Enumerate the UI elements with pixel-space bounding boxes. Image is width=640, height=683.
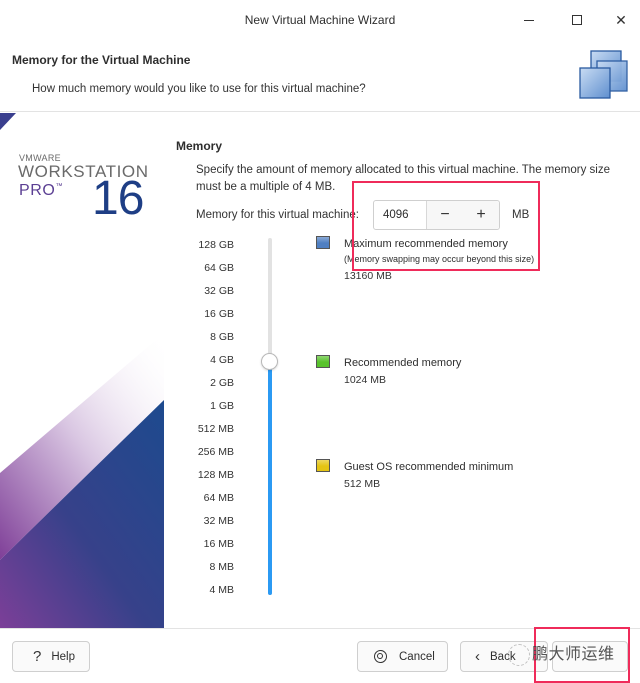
memory-input[interactable] — [374, 201, 427, 229]
brand-version: 16 — [92, 172, 144, 225]
watermark-logo-icon — [508, 643, 530, 666]
section-title: Memory — [176, 139, 223, 153]
scale-tick: 64 MB — [203, 492, 234, 504]
cancel-icon — [374, 650, 387, 663]
maximize-button[interactable] — [566, 10, 588, 30]
page-subtitle: How much memory would you like to use fo… — [32, 83, 366, 95]
scale-tick: 4 GB — [210, 354, 234, 366]
scale-tick: 32 GB — [204, 285, 234, 297]
scale-tick: 8 GB — [210, 331, 234, 343]
close-button[interactable]: ✕ — [610, 10, 632, 30]
title-bar: New Virtual Machine Wizard ✕ — [0, 0, 640, 40]
scale-tick: 4 MB — [209, 584, 234, 596]
memory-slider-fill — [268, 361, 272, 595]
increment-button[interactable]: + — [463, 201, 499, 229]
legend-title: Recommended memory — [344, 357, 462, 369]
scale-tick: 16 GB — [204, 308, 234, 320]
scale-tick: 128 MB — [197, 469, 234, 481]
scale-tick: 16 MB — [203, 538, 234, 550]
legend-title: Guest OS recommended minimum — [344, 461, 514, 473]
maximize-icon — [572, 15, 582, 25]
watermark-text: 鹏大师运维 — [532, 646, 615, 663]
trademark-mark: ™ — [55, 183, 64, 190]
chevron-left-icon: ‹ — [475, 648, 480, 665]
legend-value: 512 MB — [344, 478, 381, 490]
help-label: Help — [51, 650, 75, 663]
brand-edition-text: PRO — [19, 182, 56, 199]
guest-minimum-swatch-icon — [316, 459, 330, 472]
virtual-machines-icon — [579, 50, 628, 99]
scale-tick: 128 GB — [198, 239, 234, 251]
wizard-header: Memory for the Virtual Machine How much … — [0, 40, 640, 112]
recommended-swatch-icon — [316, 355, 330, 368]
page-title: Memory for the Virtual Machine — [12, 53, 191, 67]
minimize-icon — [524, 19, 534, 21]
scale-tick: 64 GB — [204, 262, 234, 274]
memory-description: Specify the amount of memory allocated t… — [196, 164, 610, 193]
scale-tick: 2 GB — [210, 377, 234, 389]
memory-field-label: Memory for this virtual machine: — [196, 209, 359, 221]
scale-tick: 1 GB — [210, 400, 234, 412]
scale-tick: 256 MB — [197, 446, 234, 458]
window-title: New Virtual Machine Wizard — [244, 13, 396, 27]
legend-note: (Memory swapping may occur beyond this s… — [344, 254, 535, 264]
decrement-button[interactable]: − — [427, 201, 463, 229]
memory-stepper: − + — [373, 200, 500, 230]
legend-value: 13160 MB — [344, 270, 392, 282]
plus-icon: + — [476, 206, 486, 223]
scale-tick: 8 MB — [209, 561, 234, 573]
brand-edition: PRO™ — [19, 182, 63, 200]
close-icon: ✕ — [615, 11, 627, 28]
watermark: 鹏大师运维 — [508, 640, 615, 666]
memory-slider-thumb[interactable] — [261, 353, 278, 370]
help-icon: ? — [33, 648, 42, 665]
legend-title: Maximum recommended memory — [344, 238, 508, 250]
memory-unit: MB — [512, 209, 530, 221]
cancel-button[interactable]: Cancel — [357, 641, 448, 672]
scale-tick: 32 MB — [203, 515, 234, 527]
minus-icon: − — [440, 206, 450, 223]
help-button[interactable]: ? Help — [12, 641, 90, 672]
cancel-label: Cancel — [399, 650, 435, 663]
product-banner: VMWARE WORKSTATION PRO™ 16 — [0, 113, 164, 628]
memory-panel: Memory Specify the amount of memory allo… — [164, 113, 640, 628]
scale-tick: 512 MB — [197, 423, 234, 435]
minimize-button[interactable] — [518, 10, 540, 30]
max-recommended-swatch-icon — [316, 236, 330, 249]
legend-value: 1024 MB — [344, 374, 387, 386]
